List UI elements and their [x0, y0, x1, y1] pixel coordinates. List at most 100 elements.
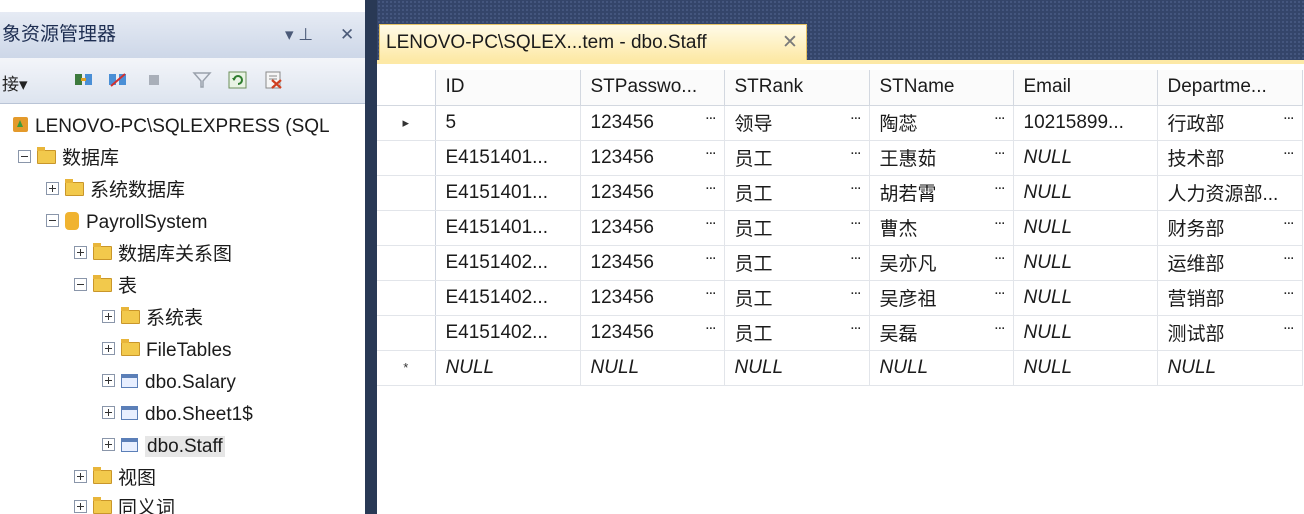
disconnect-icon[interactable] — [108, 71, 128, 89]
expand-icon[interactable] — [102, 310, 115, 324]
row-selector[interactable] — [377, 210, 436, 246]
grid-cell[interactable]: 员工... — [724, 245, 870, 281]
tree-node-databases[interactable]: 数据库 — [18, 144, 119, 174]
row-selector[interactable]: ▸ — [377, 105, 436, 141]
grid-cell[interactable]: NULL — [1013, 210, 1158, 246]
column-header-department[interactable]: Departme... — [1157, 70, 1303, 106]
table-row[interactable]: E4151401... 123456... 员工... 曹杰... NULL 财务部... — [377, 210, 1303, 246]
tree-node-filetables[interactable]: FileTables — [102, 336, 232, 366]
expand-icon[interactable] — [102, 438, 115, 452]
pin-icon[interactable]: ▾ ⊥ — [285, 12, 313, 58]
cell-editor-ellipsis[interactable]: ... — [705, 281, 716, 299]
grid-cell[interactable]: NULL — [435, 350, 581, 386]
cell-editor-ellipsis[interactable]: ... — [705, 176, 716, 194]
table-row[interactable]: ▸ 5 123456... 领导... 陶蕊... 10215899... 行政部... — [377, 105, 1303, 141]
table-row[interactable]: E4151401... 123456... 员工... 王惠茹... NULL 技术部..… — [377, 140, 1303, 176]
close-tab-icon[interactable]: ✕ — [782, 25, 798, 61]
cell-editor-ellipsis[interactable]: ... — [1283, 106, 1294, 124]
expand-icon[interactable] — [102, 406, 115, 420]
grid-cell[interactable]: 吴彦祖... — [869, 280, 1014, 316]
cell-editor-ellipsis[interactable]: ... — [850, 141, 861, 159]
cell-editor-ellipsis[interactable]: ... — [1283, 211, 1294, 229]
tree-node-database-diagrams[interactable]: 数据库关系图 — [74, 240, 232, 270]
grid-cell[interactable]: NULL — [869, 350, 1014, 386]
row-selector[interactable] — [377, 175, 436, 211]
grid-cell[interactable]: 王惠茹... — [869, 140, 1014, 176]
column-header-stname[interactable]: STName — [869, 70, 1014, 106]
table-row[interactable]: E4151402... 123456... 员工... 吴亦凡... NULL 运维部..… — [377, 245, 1303, 281]
grid-cell[interactable]: 测试部... — [1157, 315, 1303, 351]
grid-cell[interactable]: E4151402... — [435, 245, 581, 281]
cell-editor-ellipsis[interactable]: ... — [994, 141, 1005, 159]
grid-cell[interactable]: 10215899... — [1013, 105, 1158, 141]
tree-node-synonyms[interactable]: 同义词 — [74, 494, 175, 514]
table-row[interactable]: * NULL NULL NULL NULL NULL NULL — [377, 350, 1303, 386]
filter-icon[interactable] — [192, 71, 212, 89]
column-header-strank[interactable]: STRank — [724, 70, 870, 106]
tree-node-system-databases[interactable]: 系统数据库 — [46, 176, 185, 206]
grid-cell[interactable]: 曹杰... — [869, 210, 1014, 246]
cell-editor-ellipsis[interactable]: ... — [705, 106, 716, 124]
grid-cell[interactable]: 胡若霄... — [869, 175, 1014, 211]
grid-cell[interactable]: E4151401... — [435, 210, 581, 246]
row-selector[interactable] — [377, 245, 436, 281]
collapse-icon[interactable] — [46, 214, 59, 228]
close-panel-icon[interactable]: ✕ — [340, 12, 354, 58]
tree-node-payrollsystem[interactable]: PayrollSystem — [46, 208, 207, 238]
expand-icon[interactable] — [102, 374, 115, 388]
cell-editor-ellipsis[interactable]: ... — [994, 316, 1005, 334]
column-header-email[interactable]: Email — [1013, 70, 1158, 106]
row-selector[interactable] — [377, 315, 436, 351]
grid-cell[interactable]: NULL — [724, 350, 870, 386]
row-selector[interactable] — [377, 140, 436, 176]
grid-cell[interactable]: 123456... — [580, 210, 725, 246]
row-selector[interactable]: * — [377, 350, 436, 386]
grid-cell[interactable]: NULL — [1013, 175, 1158, 211]
expand-icon[interactable] — [102, 342, 115, 356]
grid-cell[interactable]: NULL — [1013, 245, 1158, 281]
tree-node-dbo-sheet1[interactable]: dbo.Sheet1$ — [102, 400, 253, 430]
cell-editor-ellipsis[interactable]: ... — [850, 316, 861, 334]
grid-cell[interactable]: 员工... — [724, 140, 870, 176]
grid-cell[interactable]: 财务部... — [1157, 210, 1303, 246]
table-row[interactable]: E4151401... 123456... 员工... 胡若霄... NULL 人力资源部… — [377, 175, 1303, 211]
grid-cell[interactable]: 吴磊... — [869, 315, 1014, 351]
grid-cell[interactable]: 陶蕊... — [869, 105, 1014, 141]
grid-cell[interactable]: 员工... — [724, 280, 870, 316]
tree-node-server[interactable]: LENOVO-PC\SQLEXPRESS (SQL — [12, 112, 330, 142]
expand-icon[interactable] — [74, 500, 87, 514]
grid-cell[interactable]: 员工... — [724, 175, 870, 211]
tree-node-dbo-salary[interactable]: dbo.Salary — [102, 368, 236, 398]
grid-cell[interactable]: NULL — [1013, 280, 1158, 316]
tree-node-system-tables[interactable]: 系统表 — [102, 304, 203, 334]
grid-cell[interactable]: E4151402... — [435, 315, 581, 351]
cell-editor-ellipsis[interactable]: ... — [850, 106, 861, 124]
stop-icon[interactable] — [144, 71, 164, 89]
activity-monitor-icon[interactable] — [264, 71, 284, 89]
expand-icon[interactable] — [74, 470, 87, 484]
cell-editor-ellipsis[interactable]: ... — [994, 106, 1005, 124]
cell-editor-ellipsis[interactable]: ... — [850, 211, 861, 229]
cell-editor-ellipsis[interactable]: ... — [1283, 141, 1294, 159]
cell-editor-ellipsis[interactable]: ... — [850, 281, 861, 299]
grid-cell[interactable]: 5 — [435, 105, 581, 141]
tree-node-dbo-staff[interactable]: dbo.Staff — [102, 432, 225, 462]
grid-cell[interactable]: 123456... — [580, 280, 725, 316]
refresh-icon[interactable] — [228, 71, 248, 89]
grid-cell[interactable]: NULL — [1013, 315, 1158, 351]
cell-editor-ellipsis[interactable]: ... — [994, 246, 1005, 264]
grid-cell[interactable]: NULL — [1013, 140, 1158, 176]
cell-editor-ellipsis[interactable]: ... — [705, 316, 716, 334]
grid-cell[interactable]: 技术部... — [1157, 140, 1303, 176]
cell-editor-ellipsis[interactable]: ... — [994, 281, 1005, 299]
grid-cell[interactable]: 123456... — [580, 315, 725, 351]
grid-cell[interactable]: 123456... — [580, 105, 725, 141]
cell-editor-ellipsis[interactable]: ... — [850, 176, 861, 194]
grid-cell[interactable]: 123456... — [580, 175, 725, 211]
cell-editor-ellipsis[interactable]: ... — [1283, 281, 1294, 299]
grid-cell[interactable]: 运维部... — [1157, 245, 1303, 281]
cell-editor-ellipsis[interactable]: ... — [705, 246, 716, 264]
expand-icon[interactable] — [74, 246, 87, 260]
grid-cell[interactable]: E4151401... — [435, 175, 581, 211]
cell-editor-ellipsis[interactable]: ... — [994, 211, 1005, 229]
